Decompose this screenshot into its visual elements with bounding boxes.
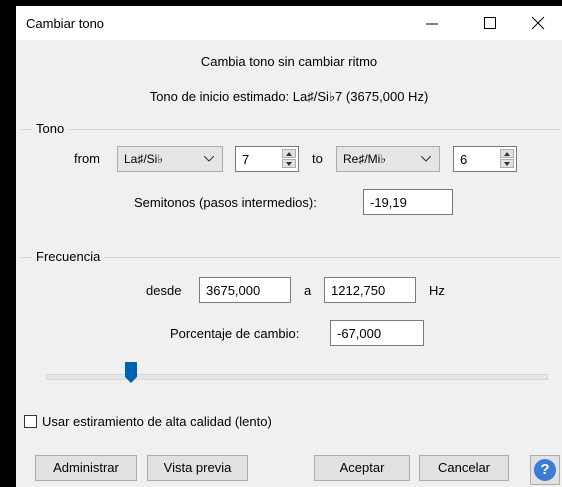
to-octave-value: 6 bbox=[460, 152, 468, 167]
dialog-description: Cambia tono sin cambiar ritmo bbox=[200, 54, 378, 69]
maximize-icon bbox=[484, 17, 496, 29]
from-label: from bbox=[74, 151, 100, 166]
close-icon bbox=[531, 16, 545, 30]
spin-up-icon[interactable] bbox=[282, 149, 296, 158]
to-note-value: Re♯/Mi♭ bbox=[343, 152, 386, 166]
estimated-start-pitch: Tono de inicio estimado: La♯/Si♭7 (3675,… bbox=[149, 89, 429, 104]
percent-change-input[interactable]: -67,000 bbox=[330, 320, 424, 346]
chevron-down-icon bbox=[204, 156, 214, 162]
percent-change-value: -67,000 bbox=[337, 326, 382, 341]
semitones-input[interactable]: -19,19 bbox=[363, 189, 453, 215]
title-bar: Cambiar tono bbox=[16, 6, 562, 40]
high-quality-label: Usar estiramiento de alta calidad (lento… bbox=[42, 414, 272, 429]
minimize-button[interactable] bbox=[410, 6, 456, 40]
frequency-group-label: Frecuencia bbox=[32, 249, 105, 264]
minimize-icon bbox=[426, 23, 438, 25]
from-octave-spinner[interactable]: 7 bbox=[235, 146, 299, 172]
from-note-value: La♯/Si♭ bbox=[124, 152, 164, 166]
window-title: Cambiar tono bbox=[26, 16, 105, 31]
from-frequency-value: 3675,000 bbox=[206, 283, 261, 298]
to-octave-spinner[interactable]: 6 bbox=[453, 146, 517, 172]
slider-thumb[interactable] bbox=[125, 362, 137, 384]
accept-button[interactable]: Aceptar bbox=[314, 455, 410, 481]
from-note-select[interactable]: La♯/Si♭ bbox=[117, 146, 223, 172]
preview-button[interactable]: Vista previa bbox=[147, 455, 248, 481]
to-frequency-value: 1212,750 bbox=[331, 283, 386, 298]
frequency-unit: Hz bbox=[429, 283, 445, 298]
semitones-label: Semitonos (pasos intermedios): bbox=[134, 195, 317, 210]
spin-down-icon[interactable] bbox=[500, 159, 514, 168]
chevron-down-icon bbox=[421, 156, 431, 162]
percent-change-label: Porcentaje de cambio: bbox=[170, 326, 300, 341]
spin-up-icon[interactable] bbox=[500, 149, 514, 158]
manage-button[interactable]: Administrar bbox=[35, 455, 137, 481]
to-frequency-label: a bbox=[304, 283, 312, 298]
from-frequency-input[interactable]: 3675,000 bbox=[199, 277, 291, 303]
semitones-value: -19,19 bbox=[370, 195, 407, 210]
cancel-button[interactable]: Cancelar bbox=[419, 455, 509, 481]
change-pitch-dialog: Cambiar tono Cambia tono sin cambiar rit… bbox=[16, 6, 562, 487]
to-note-select[interactable]: Re♯/Mi♭ bbox=[336, 146, 440, 172]
maximize-button[interactable] bbox=[468, 6, 514, 40]
percent-change-slider[interactable] bbox=[46, 374, 548, 380]
from-frequency-label: desde bbox=[146, 283, 182, 298]
help-icon: ? bbox=[534, 459, 556, 481]
high-quality-checkbox[interactable] bbox=[24, 415, 37, 428]
help-button[interactable]: ? bbox=[530, 455, 560, 485]
close-button[interactable] bbox=[516, 6, 562, 40]
to-frequency-input[interactable]: 1212,750 bbox=[324, 277, 416, 303]
spin-down-icon[interactable] bbox=[282, 159, 296, 168]
to-label: to bbox=[312, 151, 323, 166]
pitch-group-label: Tono bbox=[32, 121, 69, 136]
from-octave-value: 7 bbox=[242, 152, 250, 167]
